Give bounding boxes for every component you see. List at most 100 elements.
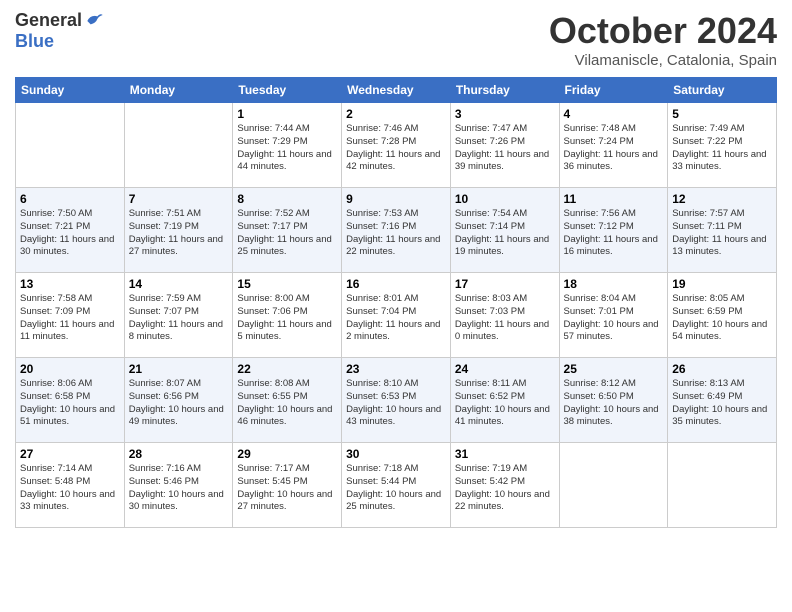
day-info: Sunrise: 8:08 AMSunset: 6:55 PMDaylight:…	[237, 378, 337, 429]
calendar-week-row: 20 Sunrise: 8:06 AMSunset: 6:58 PMDayligh…	[16, 358, 777, 443]
day-number: 24	[455, 362, 555, 376]
calendar-table: SundayMondayTuesdayWednesdayThursdayFrid…	[15, 77, 777, 528]
calendar-cell: 31Sunrise: 7:19 AMSunset: 5:42 PMDayligh…	[450, 443, 559, 528]
calendar-cell	[559, 443, 668, 528]
day-number: 11	[564, 192, 664, 206]
logo: General Blue	[15, 10, 104, 52]
calendar-cell: 3 Sunrise: 7:47 AMSunset: 7:26 PMDaylight…	[450, 103, 559, 188]
day-info: Sunrise: 7:47 AMSunset: 7:26 PMDaylight:…	[455, 123, 555, 174]
day-number: 18	[564, 277, 664, 291]
day-number: 14	[129, 277, 229, 291]
calendar-cell: 2 Sunrise: 7:46 AMSunset: 7:28 PMDaylight…	[342, 103, 451, 188]
calendar-week-row: 6 Sunrise: 7:50 AMSunset: 7:21 PMDaylight…	[16, 188, 777, 273]
calendar-cell: 1 Sunrise: 7:44 AMSunset: 7:29 PMDaylight…	[233, 103, 342, 188]
day-info: Sunrise: 7:51 AMSunset: 7:19 PMDaylight:…	[129, 208, 229, 259]
day-info: Sunrise: 7:19 AMSunset: 5:42 PMDaylight:…	[455, 463, 555, 514]
day-info: Sunrise: 7:53 AMSunset: 7:16 PMDaylight:…	[346, 208, 446, 259]
calendar-cell	[16, 103, 125, 188]
calendar-cell: 30 Sunrise: 7:18 AMSunset: 5:44 PMDayligh…	[342, 443, 451, 528]
calendar-week-row: 27 Sunrise: 7:14 AMSunset: 5:48 PMDayligh…	[16, 443, 777, 528]
day-info: Sunrise: 7:54 AMSunset: 7:14 PMDaylight:…	[455, 208, 555, 259]
day-info: Sunrise: 8:07 AMSunset: 6:56 PMDaylight:…	[129, 378, 229, 429]
day-number: 22	[237, 362, 337, 376]
day-info: Sunrise: 8:11 AMSunset: 6:52 PMDaylight:…	[455, 378, 555, 429]
day-info: Sunrise: 7:44 AMSunset: 7:29 PMDaylight:…	[237, 123, 337, 174]
calendar-cell: 25Sunrise: 8:12 AMSunset: 6:50 PMDayligh…	[559, 358, 668, 443]
day-number: 20	[20, 362, 120, 376]
day-info: Sunrise: 7:18 AMSunset: 5:44 PMDaylight:…	[346, 463, 446, 514]
calendar-cell: 17 Sunrise: 8:03 AMSunset: 7:03 PMDayligh…	[450, 273, 559, 358]
day-number: 7	[129, 192, 229, 206]
day-number: 16	[346, 277, 446, 291]
day-info: Sunrise: 8:01 AMSunset: 7:04 PMDaylight:…	[346, 293, 446, 344]
day-number: 19	[672, 277, 772, 291]
calendar-cell: 27 Sunrise: 7:14 AMSunset: 5:48 PMDayligh…	[16, 443, 125, 528]
day-number: 13	[20, 277, 120, 291]
day-info: Sunrise: 8:13 AMSunset: 6:49 PMDaylight:…	[672, 378, 772, 429]
day-number: 15	[237, 277, 337, 291]
calendar-cell: 24 Sunrise: 8:11 AMSunset: 6:52 PMDayligh…	[450, 358, 559, 443]
day-number: 1	[237, 107, 337, 121]
calendar-day-header: Sunday	[16, 78, 125, 103]
day-info: Sunrise: 8:06 AMSunset: 6:58 PMDaylight:…	[20, 378, 120, 429]
calendar-cell	[668, 443, 777, 528]
calendar-cell: 8Sunrise: 7:52 AMSunset: 7:17 PMDaylight…	[233, 188, 342, 273]
calendar-cell: 12 Sunrise: 7:57 AMSunset: 7:11 PMDayligh…	[668, 188, 777, 273]
calendar-cell: 9Sunrise: 7:53 AMSunset: 7:16 PMDaylight…	[342, 188, 451, 273]
day-info: Sunrise: 7:17 AMSunset: 5:45 PMDaylight:…	[237, 463, 337, 514]
day-info: Sunrise: 7:58 AMSunset: 7:09 PMDaylight:…	[20, 293, 120, 344]
calendar-cell: 10Sunrise: 7:54 AMSunset: 7:14 PMDayligh…	[450, 188, 559, 273]
calendar-cell: 5 Sunrise: 7:49 AMSunset: 7:22 PMDaylight…	[668, 103, 777, 188]
day-number: 27	[20, 447, 120, 461]
day-number: 17	[455, 277, 555, 291]
calendar-week-row: 13 Sunrise: 7:58 AMSunset: 7:09 PMDayligh…	[16, 273, 777, 358]
day-number: 5	[672, 107, 772, 121]
day-info: Sunrise: 7:46 AMSunset: 7:28 PMDaylight:…	[346, 123, 446, 174]
day-number: 6	[20, 192, 120, 206]
day-number: 26	[672, 362, 772, 376]
day-info: Sunrise: 7:16 AMSunset: 5:46 PMDaylight:…	[129, 463, 229, 514]
day-number: 30	[346, 447, 446, 461]
calendar-day-header: Monday	[124, 78, 233, 103]
day-info: Sunrise: 7:14 AMSunset: 5:48 PMDaylight:…	[20, 463, 120, 514]
day-info: Sunrise: 8:10 AMSunset: 6:53 PMDaylight:…	[346, 378, 446, 429]
calendar-cell: 4Sunrise: 7:48 AMSunset: 7:24 PMDaylight…	[559, 103, 668, 188]
logo-bird-icon	[84, 11, 104, 31]
day-info: Sunrise: 7:56 AMSunset: 7:12 PMDaylight:…	[564, 208, 664, 259]
calendar-cell	[124, 103, 233, 188]
logo-blue-text: Blue	[15, 31, 54, 52]
calendar-cell: 26 Sunrise: 8:13 AMSunset: 6:49 PMDayligh…	[668, 358, 777, 443]
calendar-day-header: Wednesday	[342, 78, 451, 103]
calendar-cell: 6 Sunrise: 7:50 AMSunset: 7:21 PMDaylight…	[16, 188, 125, 273]
calendar-cell: 20 Sunrise: 8:06 AMSunset: 6:58 PMDayligh…	[16, 358, 125, 443]
day-number: 29	[237, 447, 337, 461]
calendar-cell: 19Sunrise: 8:05 AMSunset: 6:59 PMDayligh…	[668, 273, 777, 358]
day-number: 23	[346, 362, 446, 376]
calendar-cell: 15 Sunrise: 8:00 AMSunset: 7:06 PMDayligh…	[233, 273, 342, 358]
calendar-cell: 28Sunrise: 7:16 AMSunset: 5:46 PMDayligh…	[124, 443, 233, 528]
day-info: Sunrise: 8:04 AMSunset: 7:01 PMDaylight:…	[564, 293, 664, 344]
day-info: Sunrise: 7:50 AMSunset: 7:21 PMDaylight:…	[20, 208, 120, 259]
day-number: 4	[564, 107, 664, 121]
day-info: Sunrise: 7:59 AMSunset: 7:07 PMDaylight:…	[129, 293, 229, 344]
day-info: Sunrise: 8:03 AMSunset: 7:03 PMDaylight:…	[455, 293, 555, 344]
calendar-day-header: Friday	[559, 78, 668, 103]
calendar-header-row: SundayMondayTuesdayWednesdayThursdayFrid…	[16, 78, 777, 103]
calendar-cell: 22 Sunrise: 8:08 AMSunset: 6:55 PMDayligh…	[233, 358, 342, 443]
calendar-cell: 16 Sunrise: 8:01 AMSunset: 7:04 PMDayligh…	[342, 273, 451, 358]
day-info: Sunrise: 7:57 AMSunset: 7:11 PMDaylight:…	[672, 208, 772, 259]
calendar-cell: 29 Sunrise: 7:17 AMSunset: 5:45 PMDayligh…	[233, 443, 342, 528]
calendar-day-header: Thursday	[450, 78, 559, 103]
day-info: Sunrise: 7:49 AMSunset: 7:22 PMDaylight:…	[672, 123, 772, 174]
day-number: 2	[346, 107, 446, 121]
calendar-cell: 11 Sunrise: 7:56 AMSunset: 7:12 PMDayligh…	[559, 188, 668, 273]
day-number: 12	[672, 192, 772, 206]
month-title: October 2024	[549, 10, 777, 52]
day-number: 8	[237, 192, 337, 206]
day-number: 21	[129, 362, 229, 376]
calendar-cell: 7 Sunrise: 7:51 AMSunset: 7:19 PMDaylight…	[124, 188, 233, 273]
day-number: 3	[455, 107, 555, 121]
day-number: 25	[564, 362, 664, 376]
day-info: Sunrise: 8:00 AMSunset: 7:06 PMDaylight:…	[237, 293, 337, 344]
calendar-cell: 23 Sunrise: 8:10 AMSunset: 6:53 PMDayligh…	[342, 358, 451, 443]
